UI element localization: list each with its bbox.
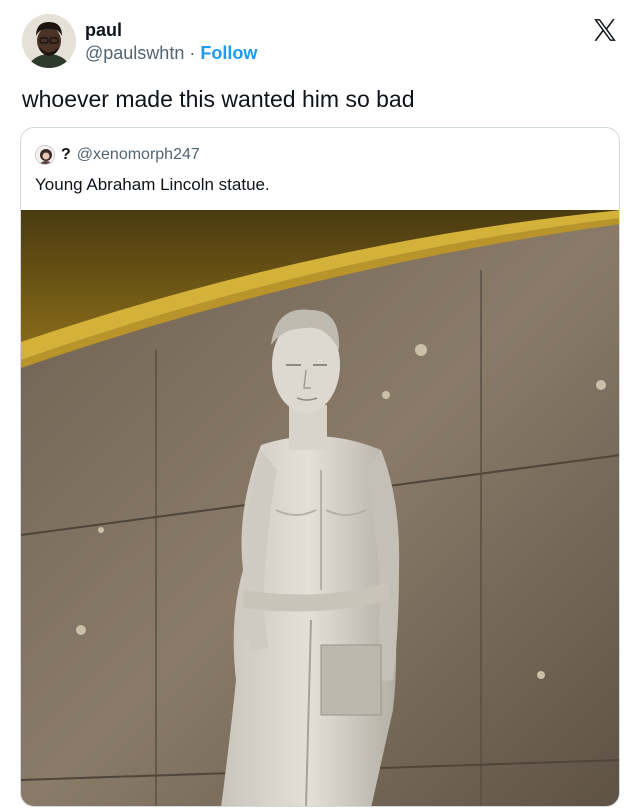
quoted-tweet-text: Young Abraham Lincoln statue. (35, 175, 270, 194)
author-name[interactable]: paul (85, 20, 122, 41)
quoted-avatar-image (36, 146, 54, 164)
author-avatar[interactable] (22, 14, 76, 68)
author-handle[interactable]: @paulswhtn (85, 43, 184, 63)
x-logo-icon[interactable] (592, 17, 618, 43)
statue-photo[interactable] (21, 210, 620, 807)
quoted-author-avatar[interactable] (35, 145, 55, 165)
handle-separator: · (189, 43, 196, 63)
avatar-image (22, 14, 76, 68)
quoted-tweet-header: ? @xenomorph247 (35, 145, 200, 165)
quoted-author-name[interactable]: ? (61, 146, 71, 164)
quoted-tweet[interactable]: ? @xenomorph247 Young Abraham Lincoln st… (20, 127, 620, 807)
quoted-author-handle[interactable]: @xenomorph247 (77, 146, 200, 164)
follow-button[interactable]: Follow (200, 43, 257, 63)
author-handle-row: @paulswhtn · Follow (85, 43, 257, 64)
tweet-card: paul @paulswhtn · Follow whoever made th… (0, 0, 640, 811)
tweet-text: whoever made this wanted him so bad (22, 86, 415, 112)
